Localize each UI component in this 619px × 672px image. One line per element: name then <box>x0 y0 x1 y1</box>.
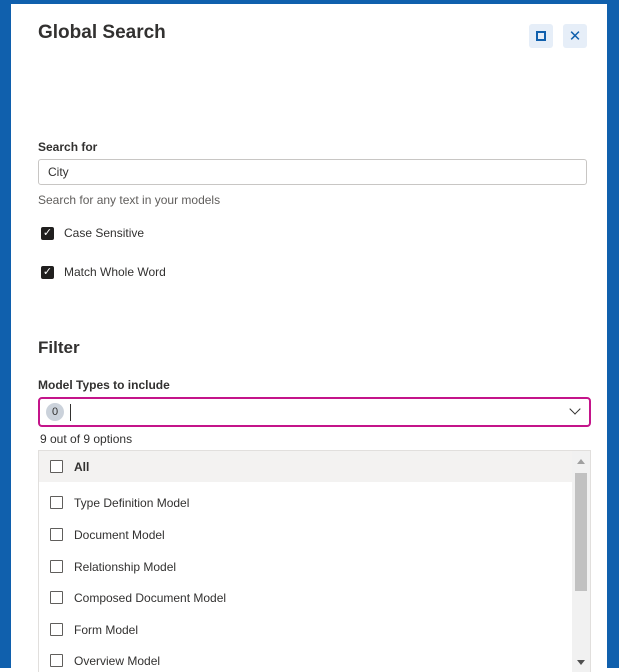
match-whole-word-option[interactable]: ✓ Match Whole Word <box>41 265 166 279</box>
model-types-label: Model Types to include <box>38 378 170 392</box>
close-button[interactable]: ✕ <box>563 24 587 48</box>
case-sensitive-label: Case Sensitive <box>64 226 145 240</box>
option-checkbox[interactable] <box>50 460 63 473</box>
option-relationship-model[interactable]: Relationship Model <box>39 551 572 582</box>
scrollbar-thumb[interactable] <box>575 473 587 591</box>
option-checkbox[interactable] <box>50 496 63 509</box>
option-checkbox[interactable] <box>50 591 63 604</box>
option-label: Composed Document Model <box>74 590 227 605</box>
option-document-model[interactable]: Document Model <box>39 519 572 550</box>
option-checkbox[interactable] <box>50 528 63 541</box>
option-form-model[interactable]: Form Model <box>39 614 572 645</box>
option-checkbox[interactable] <box>50 623 63 636</box>
case-sensitive-option[interactable]: ✓ Case Sensitive <box>41 226 144 240</box>
option-checkbox[interactable] <box>50 654 63 667</box>
option-label: Relationship Model <box>74 559 177 574</box>
filter-heading: Filter <box>38 338 80 357</box>
option-label: Document Model <box>74 527 165 542</box>
options-count: 9 out of 9 options <box>38 428 591 450</box>
case-sensitive-checkbox[interactable]: ✓ <box>41 226 54 240</box>
scroll-down-arrow-icon[interactable] <box>577 660 585 665</box>
option-label: Form Model <box>74 622 139 637</box>
option-all[interactable]: All <box>39 451 572 482</box>
match-whole-word-checkbox[interactable]: ✓ <box>41 265 54 279</box>
search-label: Search for <box>38 140 98 154</box>
dialog-title: Global Search <box>38 22 166 43</box>
window-frame-right <box>607 0 619 668</box>
match-whole-word-label: Match Whole Word <box>64 265 166 279</box>
option-type-definition-model[interactable]: Type Definition Model <box>39 487 572 518</box>
option-checkbox[interactable] <box>50 560 63 573</box>
expand-button[interactable] <box>529 24 553 48</box>
search-hint: Search for any text in your models <box>38 193 221 207</box>
model-types-combobox[interactable]: 0 <box>38 397 591 427</box>
option-composed-document-model[interactable]: Composed Document Model <box>39 582 572 613</box>
text-caret <box>70 404 71 421</box>
option-label: All <box>74 459 90 474</box>
model-types-dropdown-list: All Type Definition Model Document Model… <box>38 450 591 672</box>
option-label: Type Definition Model <box>74 495 190 510</box>
close-icon: ✕ <box>568 28 582 45</box>
global-search-panel: Global Search ✕ Search for Search for an… <box>11 4 607 672</box>
scroll-up-arrow-icon[interactable] <box>577 459 585 464</box>
expand-icon <box>536 31 546 41</box>
dropdown-scrollbar[interactable] <box>572 451 590 672</box>
window-frame-left <box>0 0 11 668</box>
search-input[interactable] <box>38 159 587 185</box>
chevron-down-icon[interactable] <box>569 403 581 415</box>
option-label: Overview Model <box>74 653 161 668</box>
selected-count-badge: 0 <box>46 403 64 421</box>
